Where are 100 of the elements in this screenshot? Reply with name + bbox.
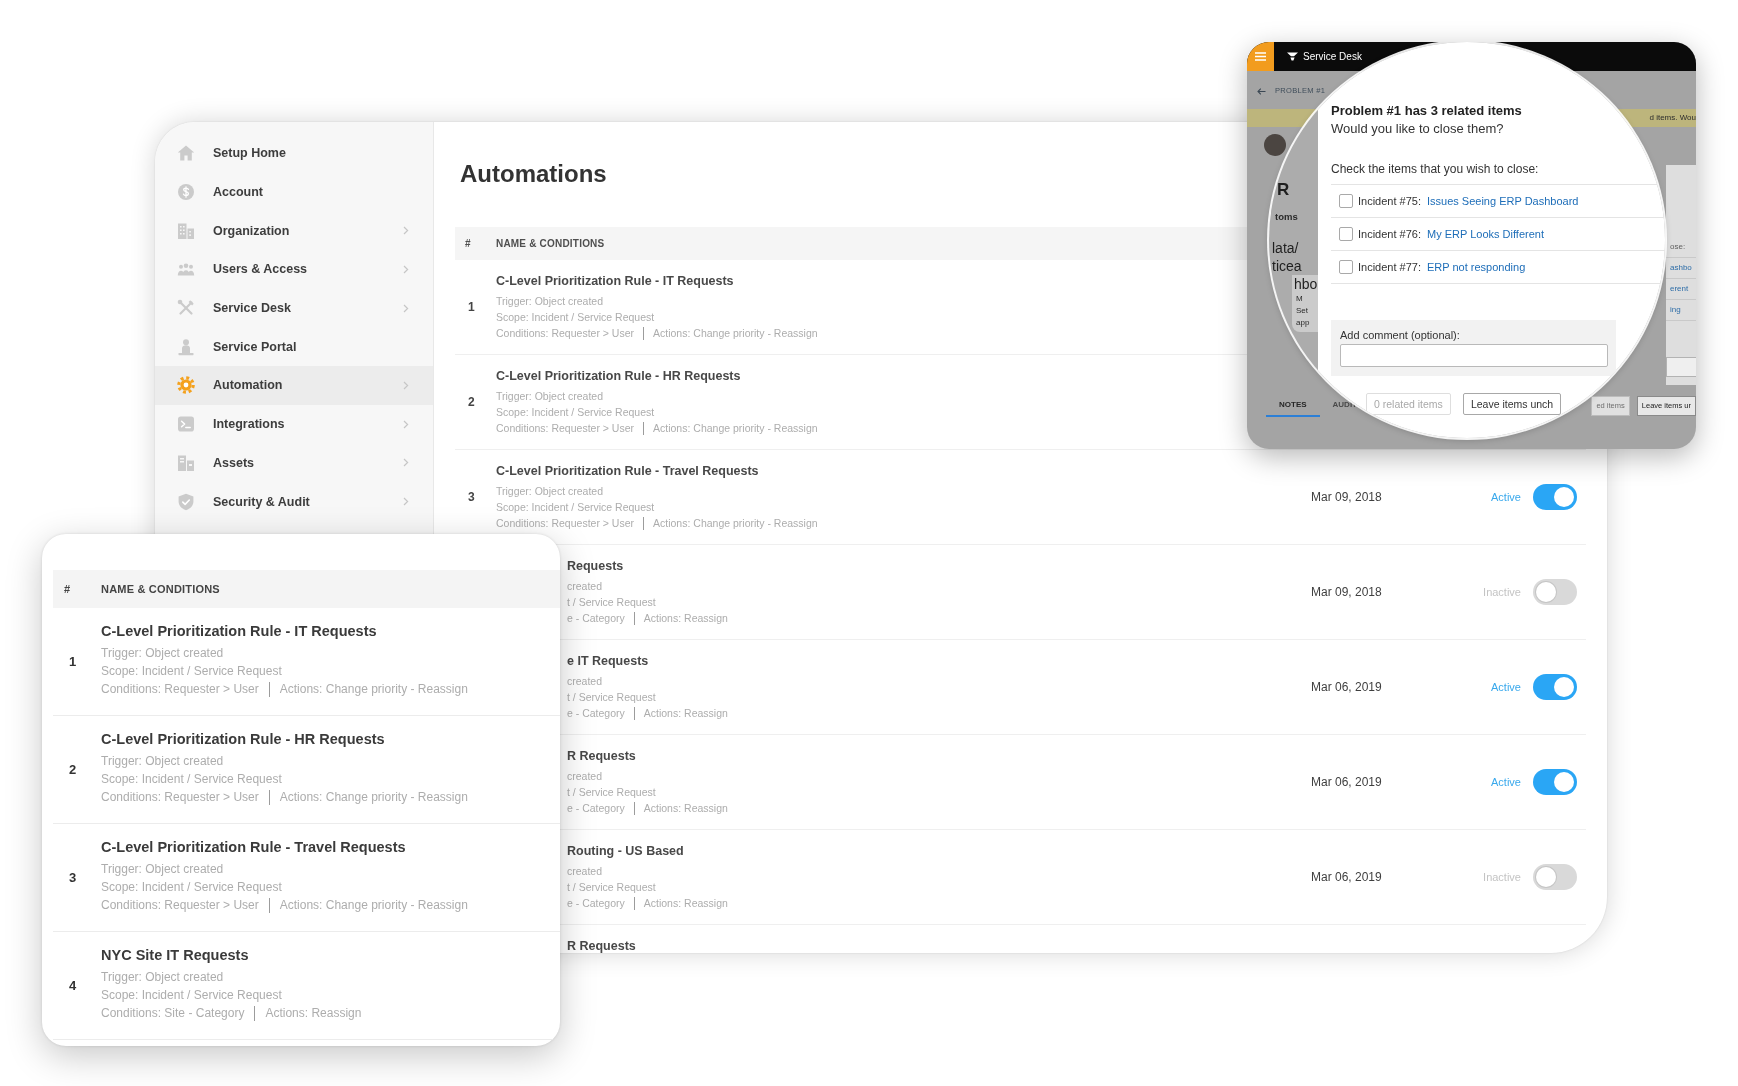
bold-text-fragment: toms (1275, 211, 1298, 223)
scope-text: Scope: Incident / Service Request (496, 310, 655, 325)
conditions-text: e - Category (567, 611, 625, 626)
incident-label: Incident #76: (1358, 228, 1421, 240)
scope-text: Scope: Incident / Service Request (101, 987, 282, 1004)
chevron-icon (403, 303, 409, 313)
dialog-button[interactable]: Leave items unch (1462, 393, 1562, 415)
status-label: Active (1491, 491, 1521, 503)
status-label: Active (1491, 776, 1521, 788)
sidebar-item[interactable]: Assets (155, 443, 433, 483)
sidebar-item[interactable]: Integrations (155, 404, 433, 444)
toggle-switch[interactable] (1533, 864, 1577, 890)
column-header: NAME & CONDITIONS (101, 583, 220, 595)
shield-icon (177, 492, 195, 511)
avatar-icon (1264, 134, 1286, 156)
sidebar-item[interactable]: Account (155, 172, 433, 212)
conditions-text: Conditions: Requester > User (496, 326, 635, 341)
actions-text: Actions: Change priority - Reassign (653, 421, 818, 436)
date-text: Mar 09, 2018 (1311, 585, 1382, 599)
back-arrow-icon[interactable] (1257, 87, 1266, 95)
sidebar-item[interactable]: Automation (155, 366, 433, 405)
sidebar-item[interactable]: Service Portal (155, 327, 433, 367)
rule-title: C-Level Prioritization Rule - Travel Requests (101, 838, 406, 857)
trigger-text: Trigger: Object created (101, 861, 224, 878)
incident-link[interactable]: My ERP Looks Different (1427, 228, 1544, 240)
trigger-text: created (567, 674, 603, 689)
banner-text: d items. Wou (1649, 113, 1696, 123)
scope-text: Scope: Incident / Service Request (496, 500, 655, 515)
sidebar-item[interactable]: Users & Access (155, 250, 433, 289)
conditions-text: Conditions: Requester > User (101, 789, 259, 806)
date-text: Mar 06, 2019 (1311, 870, 1382, 884)
link-fragment[interactable]: ashbo (1670, 263, 1692, 273)
dialog-prompt: Check the items that you wish to close: (1331, 161, 1539, 178)
chevron-icon (403, 458, 409, 468)
conditions-text: Conditions: Requester > User (496, 421, 635, 436)
sidebar-item[interactable]: Setup Home (155, 134, 433, 173)
trigger-text: Trigger: Object created (496, 389, 603, 404)
page-title: Automations (460, 159, 607, 189)
row-number: 2 (69, 762, 77, 777)
funnel-icon (1287, 52, 1298, 61)
trigger-text: created (567, 769, 603, 784)
conditions-text: Conditions: Site - Category (101, 1005, 245, 1022)
link-fragment[interactable]: erent (1670, 284, 1689, 294)
actions-text: Actions: Change priority - Reassign (279, 789, 468, 806)
checkbox[interactable] (1339, 227, 1353, 241)
rule-title: C-Level Prioritization Rule - HR Requests (101, 730, 385, 749)
text-fragment: lata/ (1272, 239, 1299, 257)
rule-title: R Requests (567, 938, 636, 953)
checkbox[interactable] (1339, 194, 1353, 208)
scope-text: Scope: Incident / Service Request (101, 879, 282, 896)
sidebar-item[interactable]: Security & Audit (155, 482, 433, 521)
chevron-icon (403, 226, 409, 236)
incident-label: Incident #75: (1358, 195, 1421, 207)
trigger-text: created (567, 864, 603, 879)
toggle-switch[interactable] (1533, 674, 1577, 700)
status-label: Inactive (1483, 586, 1521, 598)
text-fragment: M (1296, 293, 1303, 305)
row-number: 3 (468, 490, 475, 504)
conditions-text: e - Category (567, 896, 625, 911)
rule-title: C-Level Prioritization Rule - HR Requests (496, 368, 741, 385)
incident-label: Incident #77: (1358, 261, 1421, 273)
sidebar-item[interactable]: Service Desk (155, 288, 433, 328)
tools-icon (177, 299, 195, 318)
trigger-text: created (567, 579, 603, 594)
comment-field[interactable] (1340, 344, 1608, 367)
date-text: Mar 09, 2018 (1311, 490, 1382, 504)
incident-link[interactable]: Issues Seeing ERP Dashboard (1427, 195, 1579, 207)
actions-text: Actions: Change priority - Reassign (653, 326, 818, 341)
actions-text: Actions: Change priority - Reassign (653, 516, 818, 531)
status-label: Active (1491, 681, 1521, 693)
terminal-icon (177, 415, 195, 434)
link-fragment[interactable]: ing (1670, 305, 1681, 315)
text-fragment: hbo (1294, 275, 1318, 293)
conditions-text: e - Category (567, 706, 625, 721)
column-header: # (64, 583, 71, 595)
menu-button[interactable] (1247, 42, 1274, 71)
scope-text: Scope: Incident / Service Request (101, 663, 282, 680)
scope-text: t / Service Request (567, 880, 656, 895)
chevron-icon (403, 264, 409, 274)
comment-label: Add comment (optional): (1340, 328, 1460, 342)
menu-icon (1255, 52, 1266, 61)
chevron-icon (403, 419, 409, 429)
trigger-text: Trigger: Object created (496, 294, 603, 309)
home-icon (177, 144, 195, 163)
toggle-switch[interactable] (1533, 484, 1577, 510)
text-fragment: app (1296, 317, 1310, 329)
incident-link[interactable]: ERP not responding (1427, 261, 1526, 273)
toggle-switch[interactable] (1533, 579, 1577, 605)
checkbox[interactable] (1339, 260, 1353, 274)
status-label: Inactive (1483, 871, 1521, 883)
dialog-subtitle: Would you like to close them? (1331, 120, 1504, 138)
actions-text: Actions: Reassign (643, 611, 728, 626)
actions-text: Actions: Reassign (643, 896, 728, 911)
gear-icon (177, 376, 195, 395)
input-field[interactable] (1666, 357, 1696, 377)
sidebar-item[interactable]: Organization (155, 211, 433, 251)
chevron-icon (403, 497, 409, 507)
actions-text: Actions: Change priority - Reassign (279, 681, 468, 698)
toggle-switch[interactable] (1533, 769, 1577, 795)
rule-title: R Requests (567, 748, 636, 765)
